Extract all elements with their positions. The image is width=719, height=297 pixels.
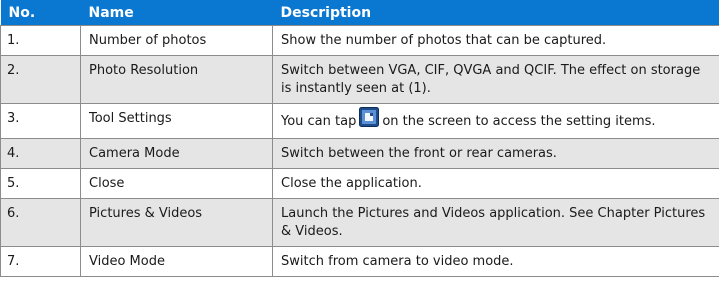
table-row: 4. Camera Mode Switch between the front … [0, 138, 719, 169]
row-description: Switch from camera to video mode. [272, 246, 719, 277]
row-name: Video Mode [80, 246, 273, 277]
row-number: 2. [0, 55, 81, 104]
row-description: Close the application. [272, 168, 719, 199]
row-name: Tool Settings [80, 103, 273, 139]
description-text: on the screen to access the setting item… [382, 114, 656, 129]
header-name: Name [80, 0, 273, 26]
row-number: 4. [0, 138, 81, 169]
row-name: Pictures & Videos [80, 198, 273, 247]
row-name: Photo Resolution [80, 55, 273, 104]
table-row: 5. Close Close the application. [0, 168, 719, 199]
camera-settings-icon [359, 107, 380, 133]
row-description: Switch between VGA, CIF, QVGA and QCIF. … [272, 55, 719, 104]
table-row: 2. Photo Resolution Switch between VGA, … [0, 55, 719, 104]
row-name: Close [80, 168, 273, 199]
header-no: No. [0, 0, 81, 26]
row-number: 3. [0, 103, 81, 139]
row-description: Launch the Pictures and Videos applicati… [272, 198, 719, 247]
row-name: Number of photos [80, 25, 273, 56]
table-row: 6. Pictures & Videos Launch the Pictures… [0, 198, 719, 247]
row-description: Show the number of photos that can be ca… [272, 25, 719, 56]
row-description: Switch between the front or rear cameras… [272, 138, 719, 169]
features-table: No. Name Description 1. Number of photos… [0, 0, 719, 277]
row-number: 5. [0, 168, 81, 199]
table-row: 7. Video Mode Switch from camera to vide… [0, 246, 719, 277]
row-number: 7. [0, 246, 81, 277]
header-row: No. Name Description [0, 0, 719, 26]
header-description: Description [272, 0, 719, 26]
table-row: 1. Number of photos Show the number of p… [0, 25, 719, 56]
row-description: You can tap on the screen to access the s… [272, 103, 719, 139]
row-name: Camera Mode [80, 138, 273, 169]
row-number: 6. [0, 198, 81, 247]
table-row: 3. Tool Settings You can tap on the scree… [0, 103, 719, 139]
row-number: 1. [0, 25, 81, 56]
description-text: You can tap [281, 114, 357, 129]
